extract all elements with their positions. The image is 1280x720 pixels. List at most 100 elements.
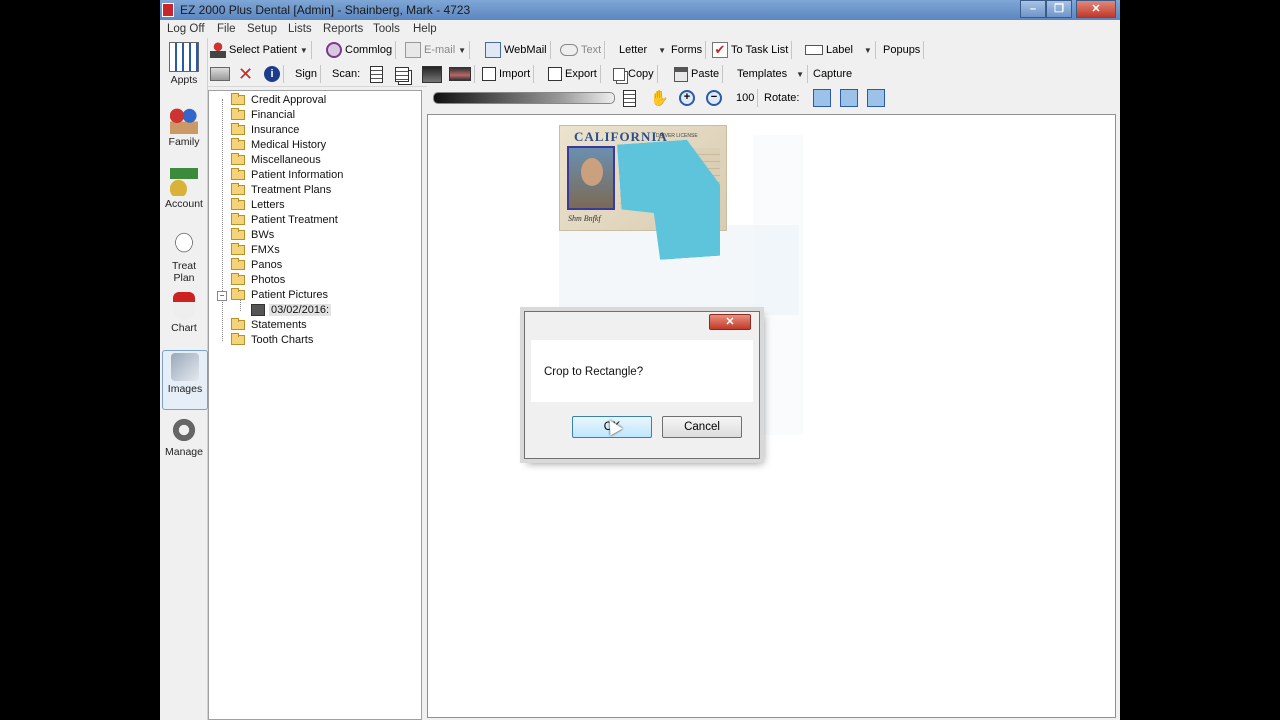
flip-button[interactable] (867, 88, 885, 108)
close-icon[interactable]: ✕ (1076, 0, 1116, 18)
nav-family[interactable]: Family (162, 106, 206, 148)
scan-page-button[interactable] (370, 64, 383, 84)
folder-tree[interactable]: Credit Approval Financial Insurance Medi… (208, 90, 422, 720)
scanned-image[interactable]: CALIFORNIA DRIVER LICENSE Shm Bnfkf (559, 125, 799, 255)
money-icon (170, 168, 198, 196)
chevron-down-icon[interactable]: ▼ (796, 70, 804, 79)
nav-manage[interactable]: Manage (162, 416, 206, 458)
zoom-out-button[interactable]: − (706, 88, 722, 108)
zoom-in-button[interactable]: + (679, 88, 695, 108)
email-icon (405, 42, 421, 58)
folder-icon (231, 332, 245, 345)
minimize-icon[interactable]: – (1020, 0, 1046, 18)
nav-family-label: Family (168, 136, 200, 148)
nav-appts[interactable]: Appts (162, 42, 206, 86)
brightness-slider[interactable] (433, 92, 615, 104)
webmail-button[interactable]: WebMail (485, 40, 551, 60)
tree-folder-financial[interactable]: Financial (231, 107, 295, 122)
hand-icon[interactable]: ✋ (650, 88, 669, 108)
to-task-list-label: To Task List (731, 44, 789, 56)
label-button[interactable]: Label ▼ (805, 40, 876, 60)
tree-label: BWs (251, 228, 275, 241)
tree-folder-patient-pictures[interactable]: Patient Pictures (231, 287, 328, 302)
tree-image-03-02-2016[interactable]: 03/02/2016: (251, 302, 332, 317)
tree-folder-miscellaneous[interactable]: Miscellaneous (231, 152, 321, 167)
dialog-body: Crop to Rectangle? (531, 340, 753, 402)
nav-chart[interactable]: Chart (162, 292, 206, 334)
menu-help[interactable]: Help (413, 23, 437, 35)
tree-folder-tooth-charts[interactable]: Tooth Charts (231, 332, 313, 347)
tree-folder-fmxs[interactable]: FMXs (231, 242, 280, 257)
maximize-icon[interactable]: ❐ (1046, 0, 1072, 18)
tree-folder-panos[interactable]: Panos (231, 257, 282, 272)
popups-button[interactable]: Popups (883, 40, 925, 60)
menu-tools[interactable]: Tools (373, 23, 400, 35)
chevron-down-icon[interactable]: ▼ (458, 46, 466, 55)
viewer-toolbar: ✋ + − 100 Rotate: (427, 86, 1120, 110)
nav-images[interactable]: Images (162, 350, 208, 410)
nav-account[interactable]: Account (162, 168, 206, 210)
tree-folder-patient-treatment[interactable]: Patient Treatment (231, 212, 338, 227)
menu-file[interactable]: File (217, 23, 236, 35)
tree-folder-insurance[interactable]: Insurance (231, 122, 299, 137)
camera-icon (171, 353, 199, 381)
menu-lists[interactable]: Lists (288, 23, 312, 35)
templates-button[interactable]: Templates ▼ (737, 64, 809, 84)
capture-button[interactable]: Capture (813, 64, 852, 84)
tree-folder-bws[interactable]: BWs (231, 227, 274, 242)
fit-page-icon (623, 89, 636, 107)
collapse-toggle[interactable]: − (217, 291, 227, 301)
scan-xray-button[interactable] (449, 64, 475, 84)
fit-page-button[interactable] (623, 88, 636, 108)
scanner-button[interactable] (210, 64, 230, 84)
menu-setup[interactable]: Setup (247, 23, 277, 35)
folder-icon (231, 182, 245, 195)
rotate-left-button[interactable] (813, 88, 831, 108)
copy-button[interactable]: Copy (613, 64, 658, 84)
info-button[interactable]: i (264, 64, 284, 84)
chevron-down-icon[interactable]: ▼ (658, 46, 666, 55)
tree-folder-treatment-plans[interactable]: Treatment Plans (231, 182, 331, 197)
tree-folder-letters[interactable]: Letters (231, 197, 285, 212)
folder-icon (231, 212, 245, 225)
tree-folder-photos[interactable]: Photos (231, 272, 285, 287)
chevron-down-icon[interactable]: ▼ (864, 46, 872, 55)
text-button[interactable]: Text (560, 40, 606, 60)
tree-label: Patient Treatment (251, 213, 338, 226)
import-button[interactable]: Import (482, 64, 535, 84)
webmail-label: WebMail (504, 44, 547, 56)
close-icon[interactable]: ✕ (709, 314, 751, 330)
folder-icon (231, 227, 245, 240)
tree-folder-patient-information[interactable]: Patient Information (231, 167, 343, 182)
to-task-list-button[interactable]: ✔ To Task List (712, 40, 793, 60)
label-icon (805, 45, 823, 55)
menu-bar: Log Off File Setup Lists Reports Tools H… (160, 20, 1120, 38)
letter-button[interactable]: Letter ▼ (619, 40, 666, 60)
scan-pages-button[interactable] (395, 64, 409, 84)
email-button[interactable]: E-mail ▼ (405, 40, 471, 60)
menu-reports[interactable]: Reports (323, 23, 363, 35)
scan-photo-button[interactable] (422, 64, 442, 84)
title-bar[interactable]: EZ 2000 Plus Dental [Admin] - Shainberg,… (160, 0, 1120, 20)
forms-button[interactable]: Forms (671, 40, 707, 60)
folder-icon (231, 317, 245, 330)
chevron-down-icon[interactable]: ▼ (300, 46, 308, 55)
menu-log-off[interactable]: Log Off (167, 23, 205, 35)
nav-treat-plan[interactable]: Treat Plan (162, 230, 206, 284)
cancel-button[interactable]: Cancel (662, 416, 742, 438)
tree-folder-credit-approval[interactable]: Credit Approval (231, 92, 326, 107)
paste-button[interactable]: Paste (674, 64, 724, 84)
family-icon (170, 106, 198, 134)
zoom-level: 100 (736, 88, 759, 108)
select-patient-button[interactable]: Select Patient ▼ (210, 40, 312, 60)
tree-folder-statements[interactable]: Statements (231, 317, 307, 332)
app-window: EZ 2000 Plus Dental [Admin] - Shainberg,… (160, 0, 1120, 720)
delete-icon[interactable]: ✕ (238, 64, 253, 84)
nav-appts-label: Appts (170, 74, 198, 86)
export-button[interactable]: Export (548, 64, 601, 84)
sign-button[interactable]: Sign (295, 64, 322, 84)
tree-label: Insurance (251, 123, 300, 136)
tree-folder-medical-history[interactable]: Medical History (231, 137, 326, 152)
rotate-right-button[interactable] (840, 88, 858, 108)
commlog-button[interactable]: Commlog (326, 40, 397, 60)
